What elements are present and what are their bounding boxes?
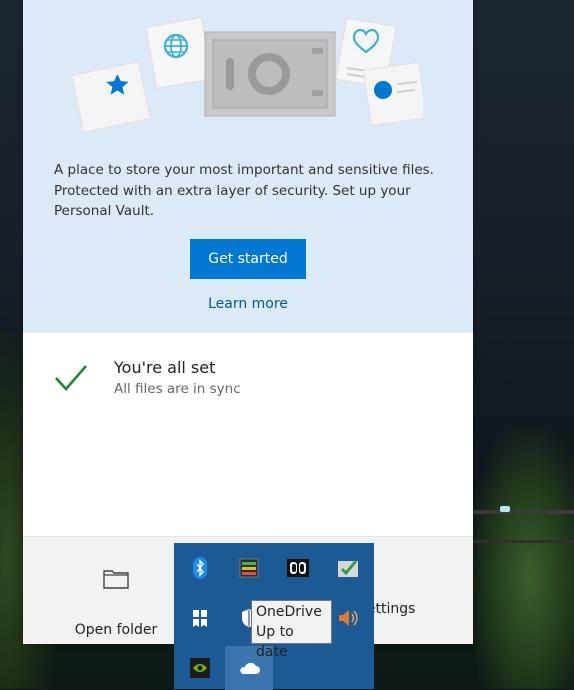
tray-nvidia[interactable] [176, 646, 224, 690]
dolby-icon [287, 559, 309, 577]
tray-gpu-monitor[interactable] [225, 546, 273, 590]
status-title: You're all set [114, 358, 216, 377]
speaker-icon [339, 610, 358, 626]
sync-status: You're all set All files are in sync [23, 333, 473, 536]
document-star-icon [71, 60, 151, 134]
personal-vault-banner: A place to store your most important and… [23, 0, 473, 333]
tray-bluetooth[interactable] [176, 546, 224, 590]
nvidia-icon [190, 658, 210, 678]
learn-more-link[interactable]: Learn more [179, 296, 317, 312]
tray-dolby[interactable] [274, 546, 322, 590]
wallpaper-lamp [500, 506, 510, 512]
onedrive-tooltip: OneDrive Up to date [251, 600, 332, 660]
tooltip-title: OneDrive [256, 604, 322, 620]
folder-icon [103, 570, 129, 589]
security-check-icon [338, 560, 358, 577]
vault-illustration [71, 17, 423, 134]
gpu-monitor-icon [239, 558, 259, 578]
vault-description: A place to store your most important and… [54, 162, 434, 219]
app-icon [193, 610, 207, 627]
bluetooth-icon [193, 557, 207, 579]
tray-app[interactable] [176, 596, 224, 640]
wallpaper-railing [472, 510, 574, 514]
check-icon [55, 365, 87, 391]
status-subtitle: All files are in sync [114, 381, 241, 397]
tooltip-status: Up to date [256, 624, 294, 660]
get-started-button[interactable]: Get started [190, 239, 306, 279]
onedrive-cloud-icon [240, 662, 260, 674]
wallpaper-railing-lower [472, 540, 574, 543]
safe-icon [204, 31, 336, 117]
document-globe-icon [145, 17, 213, 89]
document-dot-icon [362, 61, 423, 127]
wallpaper-tree-right [470, 430, 574, 689]
tray-security-check[interactable] [324, 546, 372, 590]
open-folder-label: Open folder [74, 622, 158, 638]
open-folder-button[interactable]: Open folder [61, 557, 171, 638]
